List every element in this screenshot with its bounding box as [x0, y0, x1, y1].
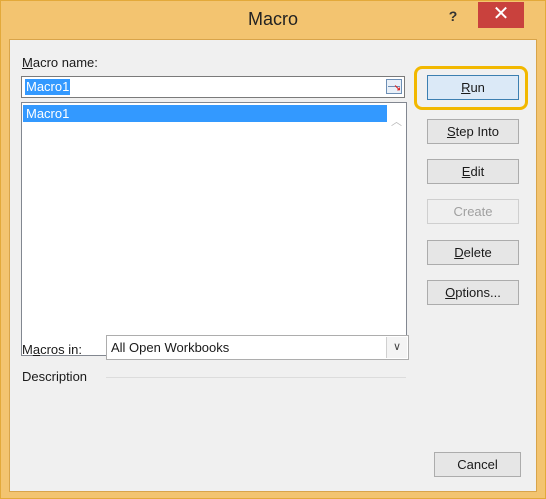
description-divider	[106, 377, 406, 378]
macro-name-value: Macro1	[25, 79, 71, 95]
macros-in-value: All Open Workbooks	[111, 340, 230, 355]
help-button[interactable]: ?	[441, 7, 465, 27]
macros-in-label: Macros in:	[22, 342, 82, 357]
macro-name-label: Macro name:	[22, 55, 98, 70]
step-into-button[interactable]: Step Into	[427, 119, 519, 144]
dialog-body: Macro name: Macro1 ↘ Macro1 ︿ ﹀ Run Step…	[9, 39, 537, 492]
macro-name-input[interactable]: Macro1 ↘	[21, 76, 405, 98]
macro-list[interactable]: Macro1 ︿ ﹀	[21, 102, 407, 356]
scroll-up-icon[interactable]: ︿	[391, 117, 402, 128]
macro-name-label-mnemonic: M	[22, 55, 33, 70]
close-button[interactable]: ✕	[478, 2, 524, 28]
create-button: Create	[427, 199, 519, 224]
cancel-button[interactable]: Cancel	[434, 452, 521, 477]
macro-name-label-text: acro name:	[32, 55, 98, 70]
title-bar[interactable]: Macro ? ✕	[1, 1, 545, 39]
options-button[interactable]: Options...	[427, 280, 519, 305]
macros-in-select[interactable]: All Open Workbooks ∨	[106, 335, 409, 360]
macro-dialog: Macro ? ✕ Macro name: Macro1 ↘ Macro1 ︿ …	[0, 0, 546, 499]
description-label: Description	[22, 369, 88, 384]
edit-button[interactable]: Edit	[427, 159, 519, 184]
list-item[interactable]: Macro1	[23, 105, 387, 122]
run-button[interactable]: Run	[427, 75, 519, 100]
chevron-down-icon[interactable]: ∨	[386, 337, 407, 358]
range-picker-icon[interactable]: ↘	[386, 79, 402, 94]
delete-button[interactable]: Delete	[427, 240, 519, 265]
